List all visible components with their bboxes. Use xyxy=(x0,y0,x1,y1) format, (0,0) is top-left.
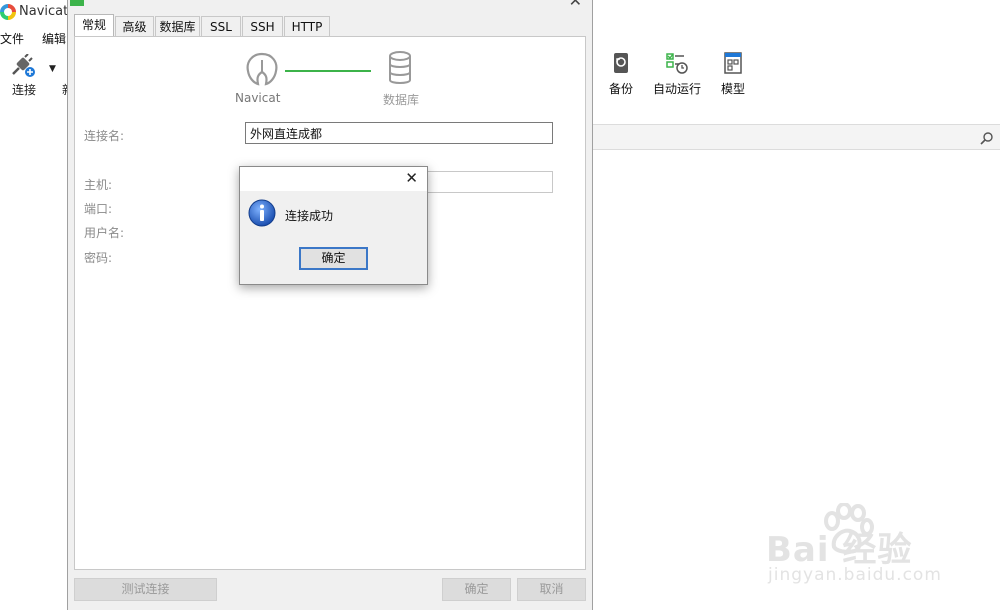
message-ok-button[interactable]: 确定 xyxy=(299,247,368,270)
host-label: 主机: xyxy=(84,178,113,192)
tab-advanced[interactable]: 高级 xyxy=(115,16,154,37)
automation-icon xyxy=(666,53,688,74)
navicat-logo-icon xyxy=(0,4,16,20)
tab-general[interactable]: 常规 xyxy=(74,14,114,37)
connection-line xyxy=(285,70,371,72)
watermark-url: jingyan.baidu.com xyxy=(768,565,942,585)
tab-ssh[interactable]: SSH xyxy=(242,16,283,37)
message-text: 连接成功 xyxy=(285,209,334,223)
dialog-cancel-button[interactable]: 取消 xyxy=(517,578,586,601)
menu-file[interactable]: 文件 xyxy=(0,30,24,47)
dialog-ok-button[interactable]: 确定 xyxy=(442,578,511,601)
toolbar-model-label: 模型 xyxy=(720,82,745,96)
dialog-close-icon[interactable]: ✕ xyxy=(569,0,582,10)
message-box-titlebar: ✕ xyxy=(240,167,427,191)
port-label: 端口: xyxy=(84,202,113,216)
tab-ssl[interactable]: SSL xyxy=(201,16,241,37)
connection-name-label: 连接名: xyxy=(84,129,125,143)
test-connection-button[interactable]: 测试连接 xyxy=(74,578,217,601)
message-box-body: 连接成功 xyxy=(240,191,427,243)
toolbar-automation-button[interactable]: 自动运行 xyxy=(647,52,707,98)
toolbar-backup-button[interactable]: 备份 xyxy=(591,52,651,98)
flow-navicat-label: Navicat xyxy=(235,91,281,105)
search-icon[interactable] xyxy=(980,131,994,145)
connection-dialog: ✕ 常规 高级 数据库 SSL SSH HTTP Navicat 数据库 连接名… xyxy=(67,0,593,610)
toolbar-model-button[interactable]: 模型 xyxy=(703,52,763,98)
plug-icon[interactable] xyxy=(10,53,36,78)
toolbar-automation-label: 自动运行 xyxy=(652,82,701,96)
toolbar-backup-label: 备份 xyxy=(608,82,633,96)
connection-name-input[interactable] xyxy=(245,122,553,144)
password-label: 密码: xyxy=(84,251,113,265)
close-icon[interactable]: ✕ xyxy=(405,169,418,187)
success-message-box: ✕ 连接成功 确定 xyxy=(239,166,428,285)
navicat-flow-icon xyxy=(246,52,278,86)
info-icon xyxy=(248,199,276,227)
database-icon xyxy=(389,51,411,84)
menubar: 文件 编辑 xyxy=(0,28,70,48)
tab-http[interactable]: HTTP xyxy=(284,16,330,37)
backup-icon xyxy=(614,53,628,73)
tab-databases[interactable]: 数据库 xyxy=(155,16,200,37)
general-panel: Navicat 数据库 连接名: 主机: 端口: 用户名: 密码: xyxy=(74,36,586,570)
watermark-brand: Bai 经验 xyxy=(766,530,913,570)
menu-edit[interactable]: 编辑 xyxy=(42,30,66,47)
toolbar-connect-label[interactable]: 连接 xyxy=(12,81,36,98)
username-label: 用户名: xyxy=(84,226,125,240)
model-icon xyxy=(724,52,742,74)
dialog-app-icon xyxy=(70,0,84,6)
chevron-down-icon[interactable]: ▼ xyxy=(49,64,56,74)
flow-database-label: 数据库 xyxy=(383,93,420,107)
object-bar xyxy=(590,124,1000,150)
